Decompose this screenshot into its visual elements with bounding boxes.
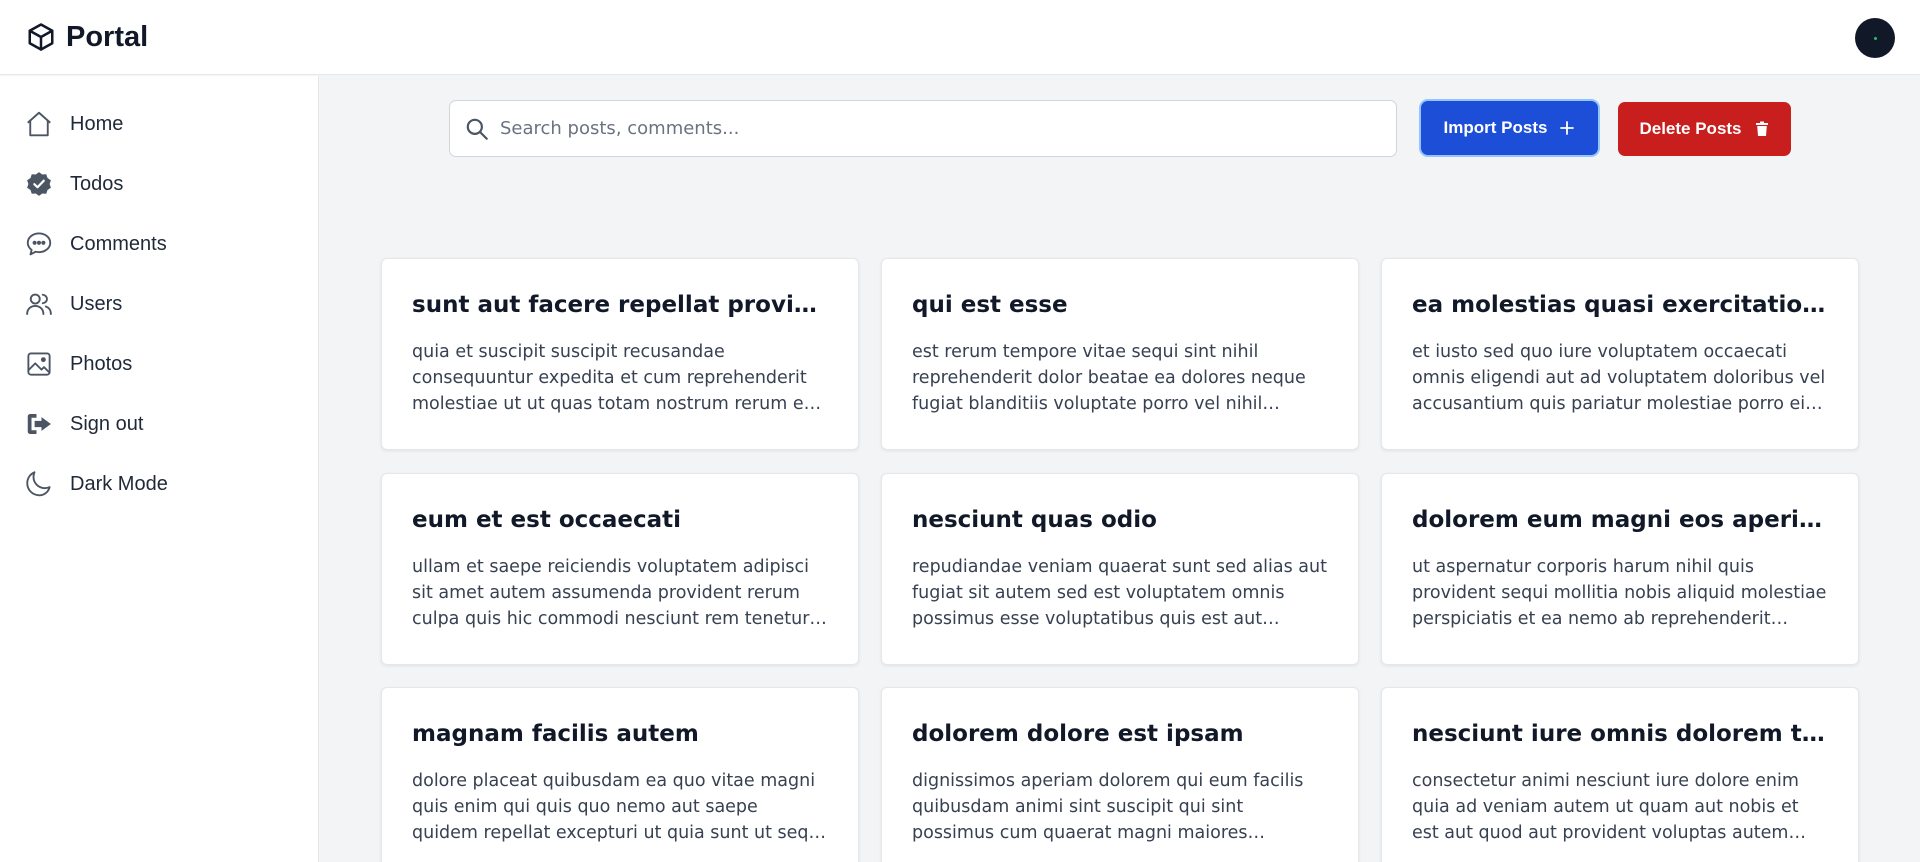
- sidebar-item-label: Todos: [70, 172, 124, 195]
- sidebar-item-label: Comments: [70, 232, 167, 255]
- post-title: eum et est occaecati: [412, 507, 682, 533]
- post-body: consectetur animi nesciunt iure dolore e…: [1412, 771, 1799, 843]
- post-card[interactable]: sunt aut facere repellat provident occae…: [381, 258, 859, 450]
- delete-posts-label: Delete Posts: [1639, 119, 1742, 138]
- post-card[interactable]: qui est esse est rerum tempore vitae seq…: [881, 258, 1359, 450]
- sidebar-item-home[interactable]: Home: [24, 104, 294, 144]
- search-bar: [449, 100, 1397, 157]
- sidebar: Home Todos Comments Users Photos Sign ou…: [0, 76, 319, 862]
- moon-icon: [24, 469, 54, 499]
- sidebar-item-dark-mode[interactable]: Dark Mode: [24, 464, 294, 504]
- search-input[interactable]: [500, 118, 1380, 139]
- post-body: quia et suscipit suscipit recusandae con…: [412, 342, 820, 414]
- post-title: qui est esse: [912, 292, 1068, 318]
- post-body: ut aspernatur corporis harum nihil quis …: [1412, 557, 1827, 629]
- app-title: Portal: [66, 21, 149, 53]
- post-card[interactable]: magnam facilis autem dolore placeat quib…: [381, 687, 859, 862]
- sidebar-item-label: Photos: [70, 352, 133, 375]
- avatar-status-dot: [1874, 37, 1877, 40]
- post-title: sunt aut facere repellat provident occae…: [412, 292, 828, 318]
- sidebar-item-label: Dark Mode: [70, 472, 168, 495]
- trash-icon: [1754, 121, 1770, 137]
- user-avatar[interactable]: [1855, 18, 1895, 58]
- post-body: ullam et saepe reiciendis voluptatem adi…: [412, 557, 810, 629]
- post-title: magnam facilis autem: [412, 721, 699, 747]
- sign-out-icon: [24, 409, 54, 439]
- post-title: ea molestias quasi exercitationem repell…: [1412, 292, 1828, 318]
- post-title: nesciunt quas odio: [912, 507, 1157, 533]
- post-body: dolore placeat quibusdam ea quo vitae ma…: [412, 771, 825, 843]
- post-card[interactable]: ea molestias quasi exercitationem repell…: [1381, 258, 1859, 450]
- post-card[interactable]: eum et est occaecati ullam et saepe reic…: [381, 473, 859, 665]
- sidebar-item-label: Home: [70, 112, 124, 135]
- sidebar-item-comments[interactable]: Comments: [24, 224, 294, 264]
- import-posts-button[interactable]: Import Posts: [1421, 101, 1598, 155]
- home-icon: [24, 109, 54, 139]
- sidebar-item-todos[interactable]: Todos: [24, 164, 294, 204]
- plus-icon: [1559, 120, 1575, 136]
- photo-icon: [24, 349, 54, 379]
- post-card[interactable]: dolorem dolore est ipsam dignissimos ape…: [881, 687, 1359, 862]
- users-icon: [24, 289, 54, 319]
- top-bar: Portal: [0, 0, 1920, 75]
- post-title: dolorem eum magni eos aperiam quia: [1412, 507, 1828, 533]
- post-body: est rerum tempore vitae sequi sint nihil…: [912, 342, 1306, 414]
- post-body: et iusto sed quo iure voluptatem occaeca…: [1412, 342, 1826, 414]
- post-body: dignissimos aperiam dolorem qui eum faci…: [912, 771, 1304, 843]
- search-icon: [464, 116, 490, 142]
- sidebar-item-users[interactable]: Users: [24, 284, 294, 324]
- post-title: dolorem dolore est ipsam: [912, 721, 1244, 747]
- post-body: repudiandae veniam quaerat sunt sed alia…: [912, 557, 1327, 629]
- brand[interactable]: Portal: [26, 19, 148, 55]
- post-title: nesciunt iure omnis dolorem tempora et a…: [1412, 721, 1828, 747]
- sidebar-item-label: Users: [70, 292, 123, 315]
- cube-icon: [26, 22, 56, 52]
- badge-check-icon: [24, 169, 54, 199]
- chat-bubbles-icon: [24, 229, 54, 259]
- post-card[interactable]: nesciunt iure omnis dolorem tempora et a…: [1381, 687, 1859, 862]
- sidebar-item-sign-out[interactable]: Sign out: [24, 404, 294, 444]
- sidebar-item-photos[interactable]: Photos: [24, 344, 294, 384]
- post-card[interactable]: nesciunt quas odio repudiandae veniam qu…: [881, 473, 1359, 665]
- sidebar-item-label: Sign out: [70, 412, 144, 435]
- post-card[interactable]: dolorem eum magni eos aperiam quia ut as…: [1381, 473, 1859, 665]
- delete-posts-button[interactable]: Delete Posts: [1618, 102, 1791, 156]
- import-posts-label: Import Posts: [1443, 118, 1548, 137]
